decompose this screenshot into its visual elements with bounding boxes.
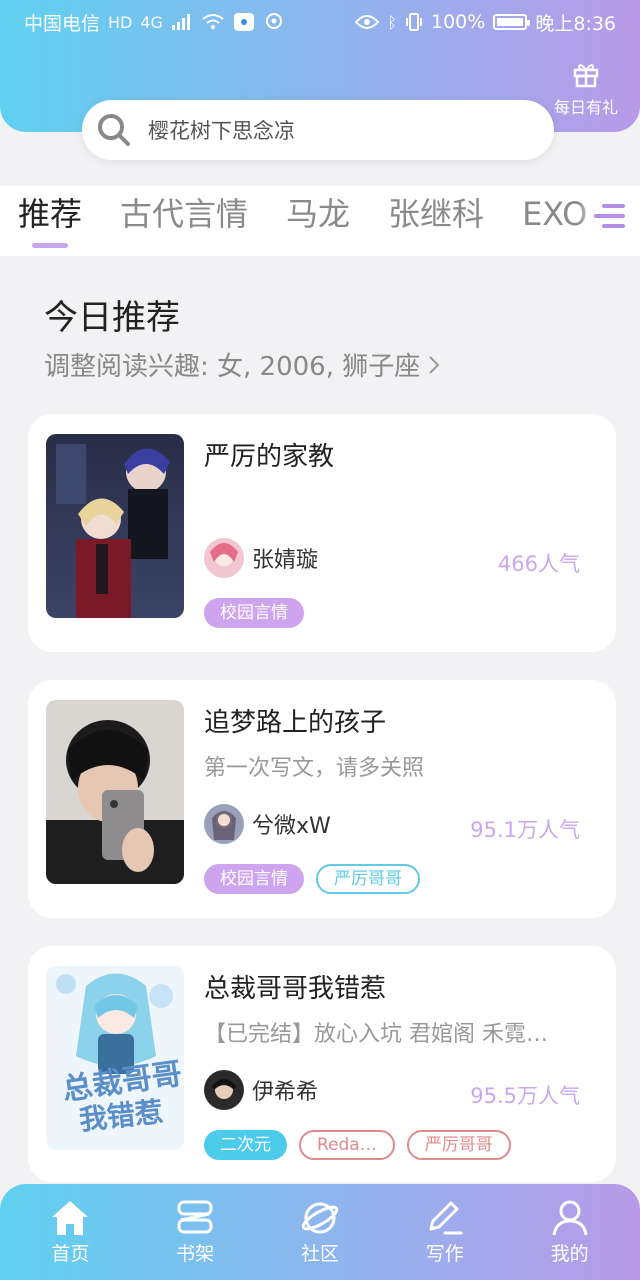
status-bar: 中国电信 HD 4G ᛒ 100% 晚上8:36 — [0, 0, 640, 44]
nav-home[interactable]: 首页 — [15, 1199, 125, 1266]
book-description: 【已完结】放心入坑 君婠阁 禾霓… — [204, 1022, 548, 1047]
book-card[interactable]: 总裁哥哥 我错惹 总裁哥哥我错惹 【已完结】放心入坑 君婠阁 禾霓… 伊希希 9… — [28, 946, 616, 1182]
popularity: 95.1万人气 — [470, 818, 580, 842]
tag[interactable]: 二次元 — [204, 1130, 287, 1160]
nav-profile[interactable]: 我的 — [515, 1199, 625, 1266]
author-info[interactable]: 伊希希 — [204, 1070, 318, 1110]
battery-icon — [493, 14, 531, 30]
author-name: 兮微xW — [252, 814, 331, 839]
search-icon — [98, 114, 130, 146]
tag-list: 校园言情 严厉哥哥 — [204, 864, 420, 894]
book-cover[interactable] — [46, 700, 184, 884]
vibrate-icon — [406, 13, 422, 31]
tab-ancient-romance[interactable]: 古代言情 — [120, 186, 248, 242]
book-description: 第一次写文，请多关照 — [204, 756, 425, 781]
wifi-icon — [202, 14, 224, 29]
search-placeholder: 樱花树下思念凉 — [148, 119, 295, 143]
home-icon — [52, 1200, 89, 1235]
nav-label: 书架 — [176, 1242, 215, 1265]
bookshelf-icon — [177, 1200, 213, 1233]
hd-icon: HD — [108, 12, 133, 32]
tab-malong[interactable]: 马龙 — [286, 186, 350, 242]
clock: 晚上8:36 — [535, 12, 616, 35]
hotspot-icon — [233, 13, 254, 31]
tag-list: 二次元 Reda… 严厉哥哥 — [204, 1130, 511, 1160]
author-name: 张婧璇 — [252, 548, 319, 573]
nav-community[interactable]: 社区 — [265, 1199, 375, 1266]
community-icon — [301, 1202, 339, 1233]
adjust-interest-link[interactable]: 调整阅读兴趣: 女, 2006, 狮子座 — [44, 346, 442, 383]
eye-icon — [355, 15, 380, 29]
tag[interactable]: 校园言情 — [204, 864, 304, 894]
tab-recommend[interactable]: 推荐 — [18, 186, 82, 248]
tab-menu-button[interactable] — [578, 186, 640, 246]
location-icon — [265, 13, 282, 29]
nav-write[interactable]: 写作 — [390, 1199, 500, 1266]
tag[interactable]: 严厉哥哥 — [316, 864, 420, 894]
book-cover[interactable] — [46, 434, 184, 618]
nav-label: 社区 — [300, 1242, 339, 1265]
tab-zhangjike[interactable]: 张继科 — [388, 186, 484, 242]
search-bar[interactable]: 樱花树下思念凉 — [82, 100, 554, 160]
nav-label: 首页 — [51, 1242, 90, 1265]
category-tabs: 推荐 古代言情 马龙 张继科 EXO — [0, 186, 640, 256]
author-avatar — [204, 1070, 244, 1110]
battery-fill — [497, 18, 524, 26]
book-card[interactable]: 追梦路上的孩子 第一次写文，请多关照 兮微xW 95.1万人气 校园言情 严厉哥… — [28, 680, 616, 918]
tag[interactable]: 校园言情 — [204, 598, 304, 628]
daily-gift-button[interactable]: 每日有礼 — [550, 60, 622, 118]
book-card[interactable]: 严厉的家教 张婧璇 466人气 校园言情 — [28, 414, 616, 652]
author-name: 伊希希 — [252, 1080, 319, 1105]
tag-list: 校园言情 — [204, 598, 304, 628]
bluetooth-icon: ᛒ — [387, 12, 397, 32]
carrier-label: 中国电信 — [24, 12, 101, 35]
chevron-right-icon — [429, 355, 440, 374]
book-title[interactable]: 严厉的家教 — [204, 436, 334, 473]
nav-label: 写作 — [425, 1242, 464, 1265]
nav-bookshelf[interactable]: 书架 — [140, 1199, 250, 1266]
bottom-navigation: 首页 书架 社区 写作 我的 — [0, 1184, 640, 1280]
signal-icon — [171, 14, 190, 30]
menu-icon — [594, 204, 625, 228]
battery-percent: 100% — [431, 11, 486, 33]
author-avatar — [204, 538, 244, 578]
write-icon — [429, 1201, 463, 1234]
tag[interactable]: 严厉哥哥 — [406, 1130, 511, 1160]
interest-text: 调整阅读兴趣: 女, 2006, 狮子座 — [44, 352, 421, 382]
book-cover[interactable]: 总裁哥哥 我错惹 — [46, 966, 184, 1150]
author-info[interactable]: 张婧璇 — [204, 538, 318, 578]
author-info[interactable]: 兮微xW — [204, 804, 331, 844]
tag[interactable]: Reda… — [299, 1130, 395, 1160]
gift-icon — [573, 64, 599, 88]
nav-label: 我的 — [550, 1242, 589, 1265]
book-title[interactable]: 追梦路上的孩子 — [204, 702, 386, 739]
popularity: 95.5万人气 — [470, 1084, 580, 1108]
author-avatar — [204, 804, 244, 844]
popularity: 466人气 — [497, 552, 580, 576]
network-type: 4G — [140, 12, 163, 32]
profile-icon — [552, 1200, 588, 1235]
section-title: 今日推荐 — [44, 298, 180, 338]
book-title[interactable]: 总裁哥哥我错惹 — [204, 968, 386, 1005]
gift-label: 每日有礼 — [553, 98, 618, 117]
